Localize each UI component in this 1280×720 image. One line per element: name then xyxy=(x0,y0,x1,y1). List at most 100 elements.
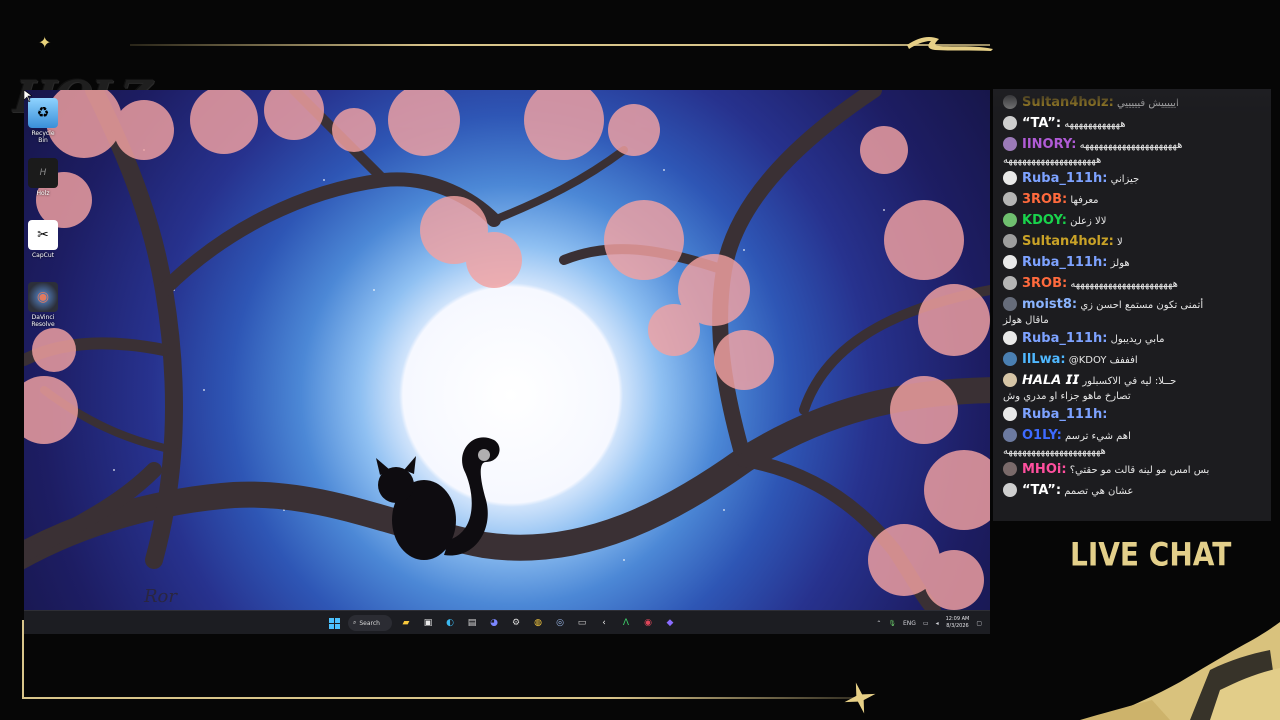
taskbar: ⌕ Search ▰ ▣ ◐ ▤ ◕ ⚙ ◍ ◎ ▭ ‹ Λ ◉ ◆ ⌃ 🎙 E… xyxy=(24,610,990,634)
holz-folder-icon: H xyxy=(28,158,58,188)
store-icon[interactable]: ▣ xyxy=(420,615,436,631)
chrome-icon[interactable]: ◍ xyxy=(530,615,546,631)
chat-username[interactable]: Ruba_111h: xyxy=(1022,407,1107,422)
user-avatar[interactable] xyxy=(1003,483,1017,497)
chat-username[interactable]: IlLwa: xyxy=(1022,352,1066,367)
volume-icon[interactable]: ◂ xyxy=(936,620,939,627)
chat-message: 3ROB: ههههههههههههههههههههههه xyxy=(993,274,1271,295)
windows-start-icon[interactable] xyxy=(326,615,342,631)
chat-message-text: @KDOY افففف xyxy=(1068,355,1138,366)
user-avatar[interactable] xyxy=(1003,276,1017,290)
chat-username[interactable]: 3ROB: xyxy=(1022,192,1067,207)
desktop-icon-label: Recycle Bin xyxy=(31,130,55,144)
user-avatar[interactable] xyxy=(1003,297,1017,311)
gold-brush-stroke-icon xyxy=(907,37,993,51)
chat-message: 3ROB: معرفها xyxy=(993,190,1271,211)
desktop-icon-capcut[interactable]: ✂ CapCut xyxy=(26,220,60,259)
steam-big-picture-icon[interactable]: ▤ xyxy=(464,615,480,631)
user-avatar[interactable] xyxy=(1003,95,1017,109)
chat-username[interactable]: “TA”: xyxy=(1022,483,1061,498)
language-indicator[interactable]: ENG xyxy=(903,620,916,627)
chat-username[interactable]: O1LY: xyxy=(1022,428,1062,443)
chat-message-text: ايييييش فيييييي xyxy=(1116,98,1179,109)
chat-message: Ruba_111h: جيزاني xyxy=(993,169,1271,190)
wallpaper-painting: Ror ♻ Recycle Bin H Holz ✂ CapCut ◉ DaVi… xyxy=(24,90,990,610)
microphone-icon[interactable]: 🎙 xyxy=(888,620,896,627)
clock-date: 8/3/2026 xyxy=(946,623,969,629)
file-explorer-icon[interactable]: ▰ xyxy=(398,615,414,631)
stream-scene: { "overlay": { "logo_text": "HOLZ", "liv… xyxy=(0,0,1280,720)
discord-icon[interactable]: ◕ xyxy=(486,615,502,631)
user-avatar[interactable] xyxy=(1003,462,1017,476)
chat-username[interactable]: Ruba_111h: xyxy=(1022,331,1107,346)
chat-message: Ruba_111h: xyxy=(993,405,1271,426)
chat-username[interactable]: “TA”: xyxy=(1022,116,1061,131)
user-avatar[interactable] xyxy=(1003,373,1017,387)
chat-username[interactable]: MHOi: xyxy=(1022,462,1067,477)
chat-message-text: ههههههههههههه xyxy=(1064,119,1126,130)
user-avatar[interactable] xyxy=(1003,137,1017,151)
chat-username[interactable]: Sultan4holz: xyxy=(1022,95,1114,110)
chat-message-continuation: تصارخ ماهو جزاء او مدري وش xyxy=(1003,391,1131,402)
chat-message-continuation: هههههههههههههههههههههه xyxy=(1003,446,1106,457)
app-purple-icon[interactable]: ◆ xyxy=(662,615,678,631)
chat-message-text: عشان هي تصمم xyxy=(1064,486,1134,497)
obs-record-icon[interactable]: ◉ xyxy=(640,615,656,631)
user-avatar[interactable] xyxy=(1003,234,1017,248)
chat-message-text: حــلا: ليه في الاكسبلور xyxy=(1082,376,1177,387)
chat-message: KDOY: لالا زعلن xyxy=(993,211,1271,232)
chat-message-text: مابي ريديبول xyxy=(1110,334,1165,345)
steam-icon[interactable]: ◎ xyxy=(552,615,568,631)
desktop-icon-label: CapCut xyxy=(31,252,55,259)
desktop-icon-recycle-bin[interactable]: ♻ Recycle Bin xyxy=(26,98,60,144)
chat-message-text: أتمنى تكون مستمع احسن زي xyxy=(1080,300,1204,311)
chat-username[interactable]: IINORY: xyxy=(1022,137,1076,152)
taskbar-clock[interactable]: 12:09 AM 8/3/2026 xyxy=(946,616,970,630)
taskbar-search[interactable]: ⌕ Search xyxy=(348,615,392,631)
app-green-icon[interactable]: Λ xyxy=(618,615,634,631)
chat-message: moist8: أتمنى تكون مستمع احسن زي ماقال هو… xyxy=(993,295,1271,329)
user-avatar[interactable] xyxy=(1003,116,1017,130)
overlay-bottom-line xyxy=(22,697,862,699)
system-tray: ⌃ 🎙 ENG ▭ ◂ 12:09 AM 8/3/2026 ▢ xyxy=(876,614,982,632)
chat-message: Ruba_111h: مابي ريديبول xyxy=(993,329,1271,350)
overlay-top-line xyxy=(130,44,990,46)
chevron-up-icon[interactable]: ⌃ xyxy=(876,620,881,627)
user-avatar[interactable] xyxy=(1003,407,1017,421)
painter-signature: Ror xyxy=(144,586,177,607)
user-avatar[interactable] xyxy=(1003,213,1017,227)
user-avatar[interactable] xyxy=(1003,192,1017,206)
chat-username[interactable]: Ruba_111h: xyxy=(1022,171,1107,186)
live-chat-title: LIVE CHAT xyxy=(1070,535,1232,574)
chat-username[interactable]: KDOY: xyxy=(1022,213,1067,228)
app-icon[interactable]: ▭ xyxy=(574,615,590,631)
chat-username[interactable]: Sultan4holz: xyxy=(1022,234,1114,249)
desktop-icon-davinci-resolve[interactable]: ◉ DaVinci Resolve xyxy=(26,282,60,328)
notification-icon[interactable]: ▢ xyxy=(976,620,982,627)
chat-message: IINORY: هههههههههههههههههههههه هههههههههه… xyxy=(993,135,1271,169)
chat-message-text: لا xyxy=(1116,237,1123,248)
edge-icon[interactable]: ◐ xyxy=(442,615,458,631)
user-avatar[interactable] xyxy=(1003,331,1017,345)
chat-username[interactable]: 3ROB: xyxy=(1022,276,1067,291)
chat-message-continuation: ههههههههههههههههههههه xyxy=(1003,155,1102,166)
user-avatar[interactable] xyxy=(1003,428,1017,442)
chat-message-text: ههههههههههههههههههههههه xyxy=(1070,279,1178,290)
network-icon[interactable]: ▭ xyxy=(923,620,929,627)
user-avatar[interactable] xyxy=(1003,171,1017,185)
gold-paint-splash-icon xyxy=(1080,622,1280,720)
search-icon: ⌕ xyxy=(353,619,357,626)
capcut-icon: ✂ xyxy=(28,220,58,250)
settings-gear-icon[interactable]: ⚙ xyxy=(508,615,524,631)
chat-username[interactable]: moist8: xyxy=(1022,297,1077,312)
capcut-taskbar-icon[interactable]: ‹ xyxy=(596,615,612,631)
chat-message: IlLwa: @KDOY افففف xyxy=(993,350,1271,371)
chat-username[interactable]: Ruba_111h: xyxy=(1022,255,1107,270)
chat-message: 𝙃𝘼𝙇𝘼 𝙄𝙄 حــلا: ليه في الاكسبلور تصارخ ماه… xyxy=(993,371,1271,405)
chat-message: Ruba_111h: هولز xyxy=(993,253,1271,274)
desktop-icon-holz[interactable]: H Holz xyxy=(26,158,60,197)
user-avatar[interactable] xyxy=(1003,352,1017,366)
user-avatar[interactable] xyxy=(1003,255,1017,269)
live-chat-panel: Sultan4holz: ايييييش فيييييي “TA”: هههههه… xyxy=(993,89,1271,521)
chat-username[interactable]: 𝙃𝘼𝙇𝘼 𝙄𝙄 xyxy=(1022,373,1079,388)
